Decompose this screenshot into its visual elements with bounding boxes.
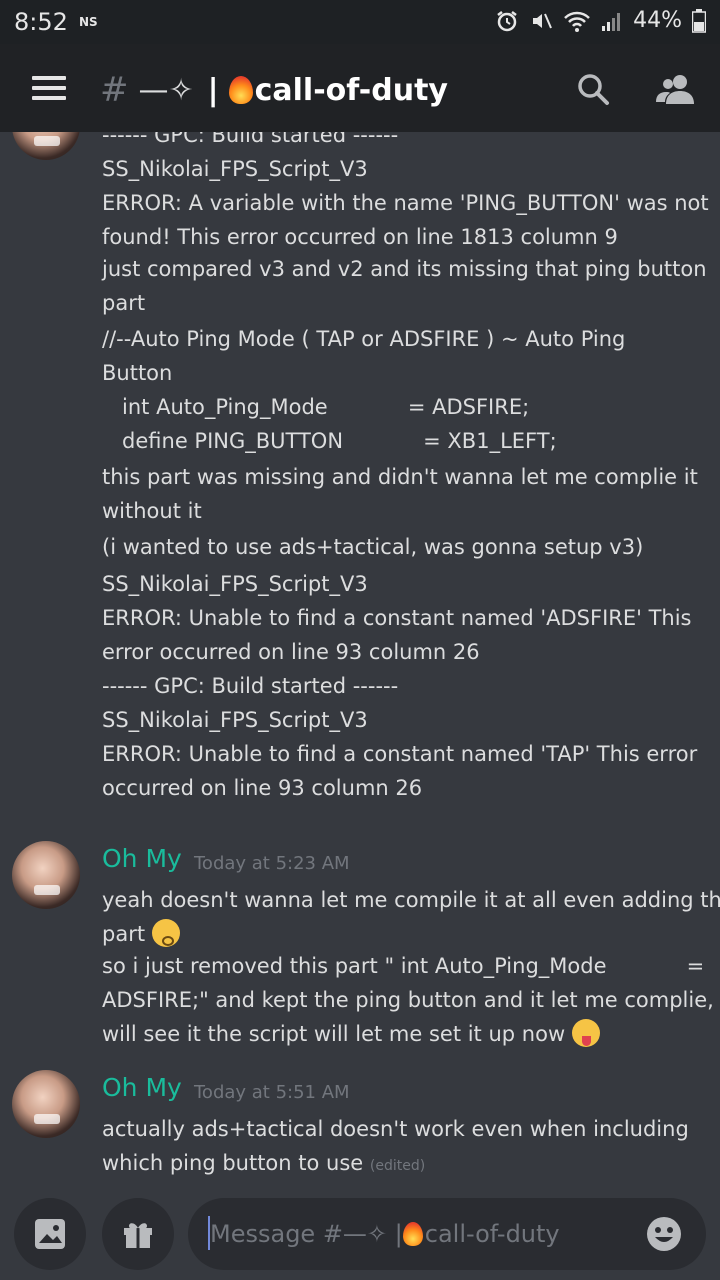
carrier-label: NS <box>79 15 98 29</box>
message-line: int Auto_Ping_Mode = ADSFIRE; <box>102 395 530 419</box>
placeholder-channel: call-of-duty <box>424 1220 560 1248</box>
message-line: ERROR: Unable to find a constant named '… <box>102 606 692 630</box>
message-input[interactable]: Message #—✧ | call-of-duty <box>188 1198 706 1270</box>
message-line: ERROR: Unable to find a constant named '… <box>102 742 698 766</box>
message-line: SS_Nikolai_FPS_Script_V3 <box>102 157 368 181</box>
channel-title: # —✧ | call-of-duty <box>100 70 448 110</box>
hash-icon: # <box>100 70 129 110</box>
message-line: yeah doesn't wanna let me compile it at … <box>102 888 720 912</box>
edited-label: (edited) <box>369 1158 426 1174</box>
message-line: part <box>102 291 146 315</box>
frowning-emoji-icon <box>151 919 180 947</box>
avatar[interactable] <box>12 841 80 909</box>
message-line: error occurred on line 93 column 26 <box>102 640 480 664</box>
message-line-text: part <box>102 922 146 946</box>
message-line: so i just removed this part " int Auto_P… <box>102 954 705 978</box>
message-placeholder: Message #—✧ | call-of-duty <box>210 1220 560 1248</box>
message-line: this part was missing and didn't wanna l… <box>102 465 698 489</box>
message-line: ------ GPC: Build started ------ <box>102 132 399 147</box>
placeholder-prefix: Message #—✧ | <box>210 1220 403 1248</box>
members-icon[interactable] <box>656 72 696 106</box>
message-timestamp: Today at 5:51 AM <box>194 1082 350 1103</box>
image-icon <box>35 1219 65 1249</box>
message-line: Button <box>102 361 173 385</box>
message-line: ------ GPC: Build started ------ <box>102 674 399 698</box>
message-line: ADSFIRE;" and kept the ping button and i… <box>102 988 714 1012</box>
alarm-icon <box>497 10 517 31</box>
image-upload-button[interactable] <box>14 1198 86 1270</box>
gift-button[interactable] <box>102 1198 174 1270</box>
message-line: found! This error occurred on line 1813 … <box>102 225 618 249</box>
message-line: SS_Nikolai_FPS_Script_V3 <box>102 708 368 732</box>
message-line: define PING_BUTTON = XB1_LEFT; <box>102 429 557 453</box>
status-bar: 8:52 NS 44% <box>0 0 720 44</box>
message-line: without it <box>102 499 202 523</box>
message-line: which ping button to use (edited) <box>102 1146 425 1183</box>
fire-emoji-icon <box>228 76 253 104</box>
wifi-icon <box>564 11 590 32</box>
tongue-emoji-icon <box>571 1019 600 1047</box>
message-line: (i wanted to use ads+tactical, was gonna… <box>102 535 644 559</box>
message-line: //--Auto Ping Mode ( TAP or ADSFIRE ) ~ … <box>102 327 626 351</box>
channel-decoration: —✧ <box>138 72 194 108</box>
message-timestamp: Today at 5:23 AM <box>194 853 350 874</box>
battery-icon <box>692 8 706 33</box>
message-line: part <box>102 917 180 951</box>
message-line-text: which ping button to use <box>102 1151 364 1175</box>
channel-separator: | <box>207 72 219 108</box>
message-composer: Message #—✧ | call-of-duty <box>0 1192 720 1280</box>
message-line: ERROR: A variable with the name 'PING_BU… <box>102 191 709 215</box>
message-list[interactable]: ------ GPC: Build started ------ SS_Nikol… <box>0 132 720 1192</box>
message-line: just compared v3 and v2 and its missing … <box>102 257 707 281</box>
signal-icon <box>602 12 621 31</box>
status-icons: 44% <box>495 8 706 33</box>
channel-header: # —✧ | call-of-duty <box>0 44 720 132</box>
channel-name: call-of-duty <box>254 72 448 108</box>
status-time: 8:52 <box>14 8 68 36</box>
message-line: SS_Nikolai_FPS_Script_V3 <box>102 572 368 596</box>
message-author[interactable]: Oh My <box>102 1073 182 1102</box>
battery-percent: 44% <box>633 8 682 33</box>
fire-emoji-icon <box>402 1222 423 1246</box>
message-line: will see it the script will let me set i… <box>102 1017 600 1051</box>
search-icon[interactable] <box>576 72 610 106</box>
message-line: actually ads+tactical doesn't work even … <box>102 1117 689 1141</box>
gift-icon <box>124 1223 152 1248</box>
avatar[interactable] <box>12 132 80 160</box>
menu-icon[interactable] <box>32 76 66 100</box>
message-author[interactable]: Oh My <box>102 844 182 873</box>
message-line-text: will see it the script will let me set i… <box>102 1022 566 1046</box>
mute-icon <box>533 13 553 28</box>
emoji-picker-icon[interactable] <box>646 1216 682 1252</box>
message-line: occurred on line 93 column 26 <box>102 776 423 800</box>
avatar[interactable] <box>12 1070 80 1138</box>
